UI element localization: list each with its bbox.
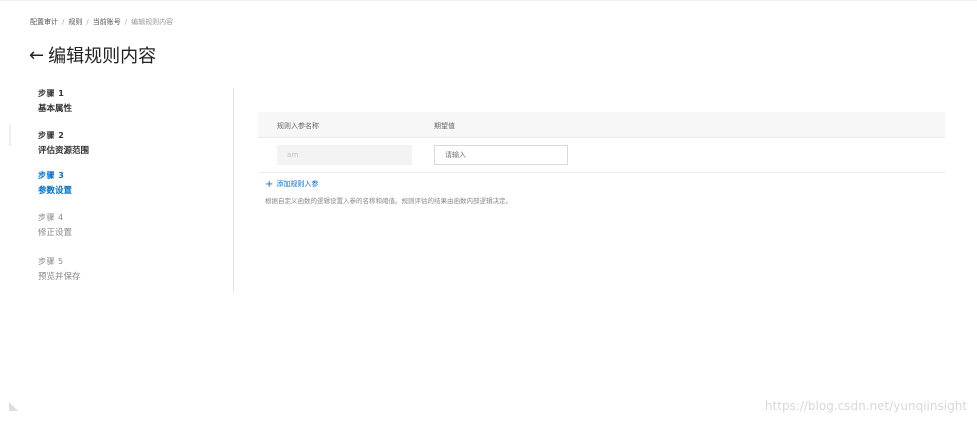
- param-hint-text: 根据自定义函数的逻辑设置入参的名称和阈值。规则评估的结果由函数内部逻辑决定。: [265, 197, 512, 205]
- step-label: 评估资源范围: [38, 146, 90, 156]
- add-param-label: 添加规则入参: [276, 180, 319, 188]
- step-label: 预览并保存: [38, 272, 81, 282]
- breadcrumb-item-rules[interactable]: 规则: [68, 18, 82, 26]
- params-table-header: 规则入参名称 期望值: [258, 112, 945, 138]
- param-name-input: [277, 145, 412, 165]
- column-header-expected-value: 期望值: [434, 122, 455, 130]
- breadcrumb-item-current-account[interactable]: 当前账号: [93, 18, 121, 26]
- step-number: 步骤 2: [38, 131, 65, 140]
- step-number: 步骤 4: [38, 213, 64, 222]
- step-label: 参数设置: [38, 186, 73, 196]
- step-label: 修正设置: [38, 228, 73, 238]
- page-header: ← 编辑规则内容: [29, 42, 156, 68]
- watermark: https://blog.csdn.net/yunqiinsight: [764, 399, 967, 413]
- back-arrow-icon[interactable]: ←: [29, 45, 44, 66]
- left-edge-marker: [9, 124, 11, 146]
- breadcrumb-separator: /: [62, 18, 65, 26]
- step-navigation: 步骤 1 基本属性 步骤 2 评估资源范围 步骤 3 参数设置 步骤 4 修正设…: [38, 88, 234, 292]
- top-divider: [0, 0, 977, 1]
- expected-value-input[interactable]: [434, 145, 568, 165]
- step-3[interactable]: 步骤 3 参数设置: [38, 170, 72, 196]
- corner-triangle-icon: [9, 402, 18, 411]
- breadcrumb-current: 编辑规则内容: [131, 18, 174, 26]
- step-2[interactable]: 步骤 2 评估资源范围: [38, 130, 89, 156]
- step-number: 步骤 5: [38, 257, 64, 266]
- breadcrumb: 配置审计 / 规则 / 当前账号 / 编辑规则内容: [30, 17, 173, 27]
- breadcrumb-item-config-audit[interactable]: 配置审计: [30, 18, 58, 26]
- column-header-param-name: 规则入参名称: [277, 122, 319, 130]
- step-4[interactable]: 步骤 4 修正设置: [38, 212, 72, 238]
- params-table-row: [258, 138, 945, 173]
- step-label: 基本属性: [38, 104, 73, 114]
- step-number: 步骤 3: [38, 171, 65, 180]
- plus-icon: +: [265, 179, 274, 190]
- breadcrumb-separator: /: [124, 18, 128, 26]
- breadcrumb-separator: /: [86, 18, 89, 26]
- step-1[interactable]: 步骤 1 基本属性: [38, 88, 72, 114]
- add-param-button[interactable]: + 添加规则入参: [265, 179, 318, 190]
- page-title: 编辑规则内容: [48, 46, 157, 67]
- step-5[interactable]: 步骤 5 预览并保存: [38, 256, 81, 282]
- step-number: 步骤 1: [38, 89, 65, 98]
